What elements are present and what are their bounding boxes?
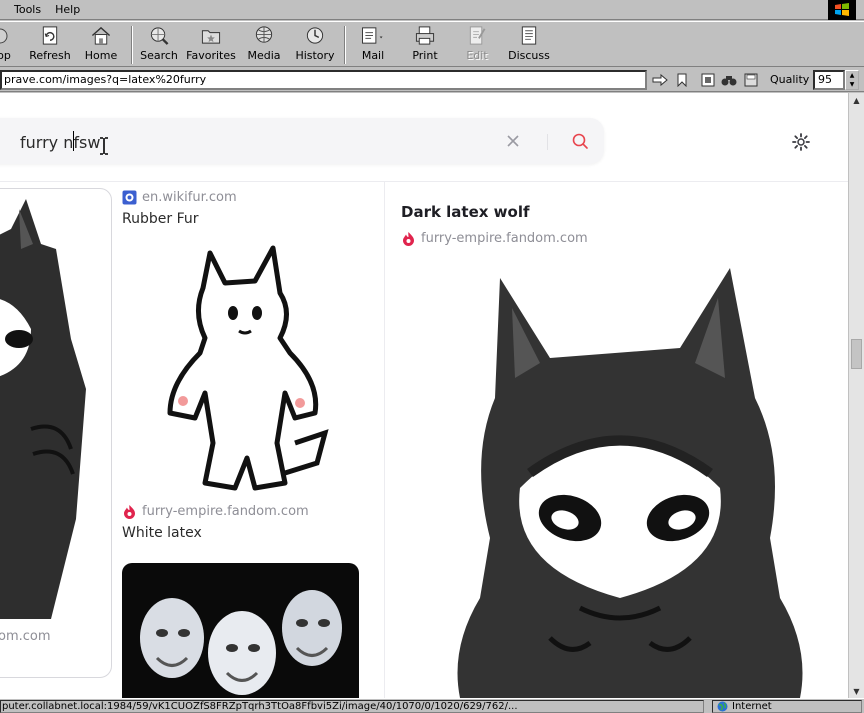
fandom-flame-icon (124, 505, 135, 519)
home-icon (91, 26, 111, 45)
result-2-source-text: furry-empire.fandom.com (142, 504, 309, 519)
menu-bar: Tools Help (0, 0, 864, 20)
menu-help[interactable]: Help (48, 3, 87, 16)
scroll-thumb[interactable] (851, 339, 862, 369)
quality-stepper[interactable]: ▲ ▼ (845, 70, 859, 90)
column-divider (384, 182, 385, 698)
quality-input[interactable]: 95 (813, 70, 845, 90)
result-2-title[interactable]: White latex (122, 525, 202, 541)
vertical-scrollbar[interactable]: ▲ ▼ (848, 93, 864, 698)
quality-label: Quality (770, 73, 810, 86)
toolbar: op Refresh Home Search Favorites Media H… (0, 21, 864, 67)
discuss-button[interactable]: Discuss (508, 25, 550, 65)
detail-source-text: furry-empire.fandom.com (421, 231, 588, 246)
menu-tools[interactable]: Tools (0, 3, 48, 16)
search-toolbar-label: Search (140, 49, 178, 62)
print-button[interactable]: Print (408, 25, 442, 65)
refresh-button[interactable]: Refresh (28, 25, 72, 65)
rubber-fur-thumbnail[interactable] (155, 243, 335, 493)
history-button[interactable]: History (295, 25, 335, 65)
go-arrow-icon[interactable] (652, 72, 668, 88)
discuss-label: Discuss (508, 49, 550, 62)
print-label: Print (412, 49, 438, 62)
stop-button[interactable]: op (0, 25, 14, 65)
favorites-folder-icon (201, 30, 221, 44)
toolbar-separator (131, 26, 133, 64)
windows-logo-icon (828, 0, 856, 20)
detail-source[interactable]: furry-empire.fandom.com (401, 231, 588, 246)
result-1-source[interactable]: en.wikifur.com (122, 190, 237, 205)
mail-label: Mail (361, 49, 385, 62)
stop-icon (0, 28, 8, 44)
print-icon (415, 26, 435, 45)
media-button[interactable]: Media (246, 25, 282, 65)
search-globe-icon (150, 27, 169, 45)
refresh-icon (42, 26, 58, 45)
mail-button[interactable]: Mail (356, 25, 390, 65)
scroll-down-icon[interactable]: ▼ (849, 684, 864, 698)
favorites-label: Favorites (186, 49, 236, 62)
edit-icon (469, 26, 486, 45)
history-clock-icon (306, 27, 324, 44)
url-input[interactable]: prave.com/images?q=latex%20furry (0, 70, 647, 90)
result-1-source-text: en.wikifur.com (142, 190, 237, 205)
media-globe-icon (255, 26, 273, 43)
dark-latex-wolf-image[interactable] (420, 268, 820, 698)
result-1-title[interactable]: Rubber Fur (122, 211, 198, 227)
detail-title: Dark latex wolf (401, 203, 530, 221)
search-input[interactable]: furry nfsw (20, 133, 100, 152)
page-icon[interactable] (700, 72, 716, 88)
edit-button[interactable]: Edit (460, 25, 494, 65)
home-label: Home (84, 49, 118, 62)
clear-search-icon[interactable] (503, 131, 523, 151)
scroll-up-icon[interactable]: ▲ (849, 93, 864, 107)
result-2-source[interactable]: furry-empire.fandom.com (122, 504, 309, 519)
save-page-icon[interactable] (743, 72, 759, 88)
header-divider (0, 181, 848, 182)
result-card-left[interactable] (0, 188, 112, 678)
wikifur-favicon-icon (122, 190, 137, 205)
bookmark-icon[interactable] (674, 72, 690, 88)
address-bar: prave.com/images?q=latex%20furry Quality… (0, 68, 864, 92)
left-card-domain: om.com (0, 629, 51, 644)
text-caret (73, 131, 74, 151)
page-viewport: furry nfsw om.com en.wikifur.com Rubber … (0, 93, 848, 698)
home-button[interactable]: Home (84, 25, 118, 65)
stepper-up-icon[interactable]: ▲ (846, 71, 858, 80)
binoculars-icon[interactable] (721, 72, 737, 88)
mail-icon (362, 27, 383, 44)
favorites-button[interactable]: Favorites (186, 25, 236, 65)
ibeam-cursor-icon (100, 137, 108, 155)
refresh-label: Refresh (29, 49, 71, 62)
history-label: History (295, 49, 335, 62)
settings-gear-icon[interactable] (790, 131, 812, 153)
search-divider (547, 134, 548, 150)
dark-wolf-thumbnail (0, 199, 86, 619)
white-latex-thumbnail[interactable] (122, 563, 359, 698)
edit-label: Edit (466, 49, 488, 62)
toolbar-separator (344, 26, 346, 64)
status-text: puter.collabnet.local:1984/59/vK1CUOZfS8… (0, 700, 704, 713)
discuss-icon (521, 26, 537, 45)
fandom-flame-icon (403, 232, 414, 246)
stop-label: op (0, 49, 11, 62)
search-icon[interactable] (570, 131, 590, 151)
stepper-down-icon[interactable]: ▼ (846, 80, 858, 89)
internet-globe-icon (717, 701, 728, 712)
status-bar: puter.collabnet.local:1984/59/vK1CUOZfS8… (0, 698, 864, 713)
status-zone: Internet (712, 700, 862, 713)
search-toolbar-button[interactable]: Search (140, 25, 178, 65)
status-zone-text: Internet (732, 701, 772, 712)
media-label: Media (247, 49, 281, 62)
